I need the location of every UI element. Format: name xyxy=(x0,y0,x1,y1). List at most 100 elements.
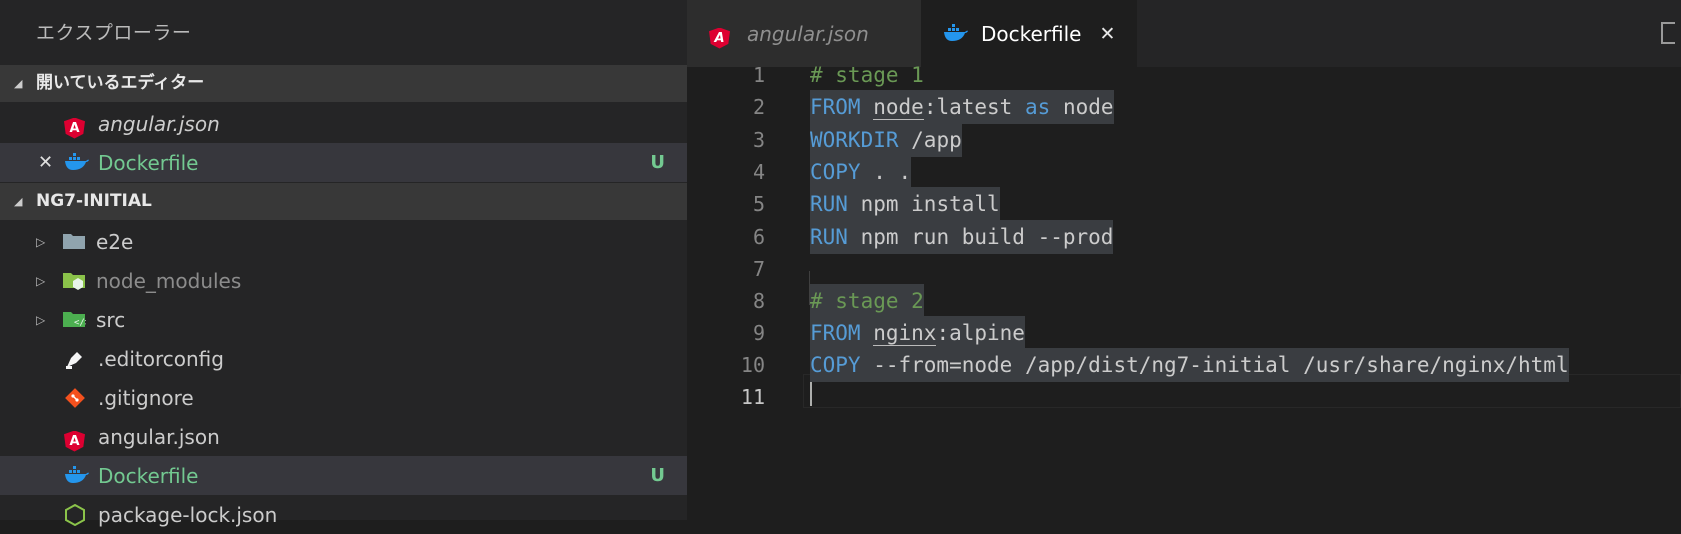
tree-item-angular-json[interactable]: A angular.json xyxy=(0,417,687,456)
line-number: 11 xyxy=(740,385,765,409)
open-editor-label: angular.json xyxy=(98,111,220,136)
code-line-4: 4 COPY . . xyxy=(687,155,1681,189)
code-keyword: COPY xyxy=(810,353,861,377)
tree-item-label: package-lock.json xyxy=(98,502,278,527)
code-keyword: as xyxy=(1024,95,1051,119)
editorconfig-icon xyxy=(64,348,88,370)
code-keyword: WORKDIR xyxy=(810,128,899,152)
code-line-5: 5 RUN npm install xyxy=(687,187,1681,221)
code-rest: :latest xyxy=(923,95,1013,119)
code-rest: /app xyxy=(898,128,962,152)
git-icon xyxy=(64,387,88,409)
tab-label: Dockerfile xyxy=(981,21,1082,46)
line-number: 6 xyxy=(752,225,765,249)
line-number: 5 xyxy=(752,192,765,216)
open-editors-header[interactable]: ◢ 開いているエディター xyxy=(0,65,687,102)
code-rest: npm run build --prod xyxy=(847,225,1114,249)
docker-whale-icon xyxy=(64,465,89,487)
code-line-9: 9 FROM nginx:alpine xyxy=(687,316,1681,350)
line-number: 8 xyxy=(752,289,765,313)
tree-item-e2e[interactable]: ▷ e2e xyxy=(0,222,687,261)
code-text: WORKDIR /app xyxy=(810,123,962,157)
chevron-right-icon: ▷ xyxy=(36,273,46,288)
split-editor-icon[interactable] xyxy=(1661,22,1675,44)
open-editor-label: Dockerfile xyxy=(98,150,199,175)
tab-dockerfile[interactable]: Dockerfile ✕ xyxy=(921,0,1137,67)
code-text: COPY --from=node /app/dist/ng7-initial /… xyxy=(810,348,1569,382)
collapse-triangle-icon: ◢ xyxy=(14,195,23,208)
code-text: FROM node:latest as node xyxy=(810,90,1114,124)
code-line-1: 1 # stage 1 xyxy=(687,58,1681,92)
tree-item-label: .gitignore xyxy=(98,385,194,410)
code-line-6: 6 RUN npm run build --prod xyxy=(687,220,1681,254)
tab-angular-json[interactable]: A angular.json xyxy=(687,0,921,67)
code-text: RUN npm install xyxy=(810,187,1000,221)
docker-whale-icon xyxy=(943,23,968,45)
tree-item-label: .editorconfig xyxy=(98,346,224,371)
code-keyword: FROM xyxy=(810,321,861,345)
code-line-10: 10 COPY --from=node /app/dist/ng7-initia… xyxy=(687,348,1681,382)
line-number: 2 xyxy=(752,95,765,119)
docker-whale-icon xyxy=(64,152,89,174)
editor-area: A angular.json Dockerfile ✕ 1 # stage 1 … xyxy=(687,0,1681,520)
code-text: RUN npm run build --prod xyxy=(810,220,1114,254)
collapse-triangle-icon: ◢ xyxy=(14,77,23,90)
tree-item-label: Dockerfile xyxy=(98,463,199,488)
angular-icon: A xyxy=(64,113,88,139)
code-line-3: 3 WORKDIR /app xyxy=(687,123,1681,157)
tree-item-label: node_modules xyxy=(96,268,242,293)
tree-item-label: src xyxy=(96,307,126,332)
code-line-8: 8 # stage 2 xyxy=(687,284,1681,318)
explorer-sidebar: エクスプローラー ◢ 開いているエディター A angular.json ✕ D… xyxy=(0,0,687,527)
tree-item-package-lock-json[interactable]: package-lock.json xyxy=(0,495,687,534)
code-text: FROM nginx:alpine xyxy=(810,316,1025,350)
code-comment: # stage 2 xyxy=(810,284,924,318)
code-keyword: FROM xyxy=(810,95,861,119)
code-keyword: COPY xyxy=(810,160,861,184)
explorer-title: エクスプローラー xyxy=(36,22,192,44)
git-status-badge: U xyxy=(650,465,665,486)
project-header[interactable]: ◢ NG7-INITIAL xyxy=(0,183,687,220)
code-rest: npm install xyxy=(847,192,1000,216)
tab-label: angular.json xyxy=(747,21,869,46)
git-status-badge: U xyxy=(650,152,665,173)
code-comment: # stage 1 xyxy=(810,63,924,87)
tree-item-src[interactable]: ▷ </> src xyxy=(0,300,687,339)
line-number: 4 xyxy=(752,160,765,184)
tree-item-dockerfile[interactable]: Dockerfile U xyxy=(0,456,687,495)
line-number: 1 xyxy=(752,63,765,87)
code-keyword: RUN xyxy=(810,225,848,249)
angular-icon: A xyxy=(64,426,88,452)
line-number: 7 xyxy=(752,257,765,281)
tree-item-editorconfig[interactable]: .editorconfig xyxy=(0,339,687,378)
tree-item-label: angular.json xyxy=(98,424,220,449)
chevron-right-icon: ▷ xyxy=(36,234,46,249)
chevron-right-icon: ▷ xyxy=(36,312,46,327)
close-editor-icon[interactable]: ✕ xyxy=(38,152,53,173)
svg-text:</>: </> xyxy=(74,318,86,328)
code-editor[interactable]: 1 # stage 1 2 FROM node:latest as node 3… xyxy=(687,63,1681,520)
code-rest: :alpine xyxy=(936,321,1025,345)
tree-item-label: e2e xyxy=(96,229,134,254)
code-rest: . . xyxy=(860,160,912,184)
open-editor-item-dockerfile[interactable]: ✕ Dockerfile U xyxy=(0,143,687,182)
tree-item-node-modules[interactable]: ▷ node_modules xyxy=(0,261,687,300)
tree-item-gitignore[interactable]: .gitignore xyxy=(0,378,687,417)
line-number: 3 xyxy=(752,128,765,152)
code-line-2: 2 FROM node:latest as node xyxy=(687,90,1681,124)
angular-icon: A xyxy=(709,23,733,49)
project-label: NG7-INITIAL xyxy=(36,191,152,211)
src-folder-icon: </> xyxy=(62,309,91,331)
close-tab-icon[interactable]: ✕ xyxy=(1100,23,1116,45)
code-text: COPY . . xyxy=(810,155,912,189)
line-number: 10 xyxy=(740,353,765,377)
code-line-11: 11 xyxy=(687,380,1681,414)
open-editors-label: 開いているエディター xyxy=(36,73,205,93)
open-editor-item-angular-json[interactable]: A angular.json xyxy=(0,104,687,143)
folder-icon xyxy=(62,231,86,253)
code-keyword: RUN xyxy=(810,192,848,216)
code-image: nginx xyxy=(873,321,937,346)
node-folder-icon xyxy=(62,270,86,292)
code-image: node xyxy=(873,95,924,120)
tab-bar: A angular.json Dockerfile ✕ xyxy=(687,0,1681,67)
